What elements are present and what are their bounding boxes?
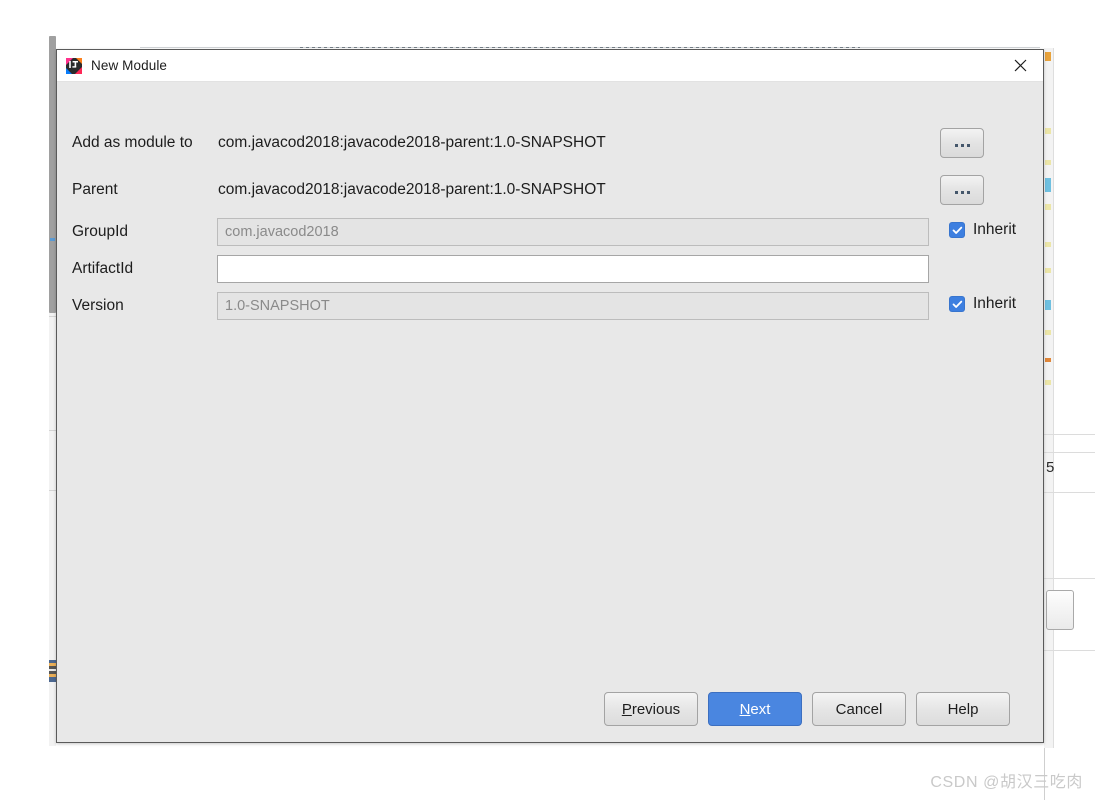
ide-left-divider <box>49 430 56 431</box>
csdn-watermark: CSDN @胡汉三吃肉 <box>930 774 1083 791</box>
ide-top-clipped-text <box>300 47 860 48</box>
ide-right-divider <box>1044 578 1095 579</box>
group-id-label: GroupId <box>72 223 129 240</box>
ellipsis-icon <box>954 144 970 147</box>
next-button[interactable]: Next <box>708 692 802 726</box>
close-icon[interactable] <box>997 50 1043 81</box>
row-add-as-module-to: Add as module to com.javacod2018:javacod… <box>57 127 1045 159</box>
ide-right-marker <box>1045 128 1051 134</box>
previous-button-label: revious <box>631 700 681 718</box>
ide-right-marker <box>1045 300 1051 310</box>
row-version: Version Inherit <box>57 290 1045 322</box>
ide-right-clipped-text: 5 <box>1046 459 1054 476</box>
row-group-id: GroupId Inherit <box>57 216 1045 248</box>
ide-right-marker <box>1045 268 1051 273</box>
add-as-module-to-value: com.javacod2018:javacode2018-parent:1.0-… <box>218 134 606 151</box>
ide-background-top <box>0 0 1095 48</box>
ide-right-gutter[interactable] <box>1044 48 1054 748</box>
ide-right-marker <box>1045 380 1051 385</box>
ide-right-divider <box>1044 650 1095 651</box>
previous-button-mnemonic: P <box>621 700 632 718</box>
dialog-body: Add as module to com.javacod2018:javacod… <box>57 82 1043 742</box>
next-button-label: ext <box>750 700 771 718</box>
ide-right-marker <box>1045 204 1051 210</box>
ide-right-clipped-button[interactable] <box>1046 590 1074 630</box>
add-as-module-to-browse-button[interactable] <box>940 128 984 158</box>
ide-right-marker <box>1045 358 1051 362</box>
group-id-inherit-label: Inherit <box>973 221 1017 238</box>
ide-left-divider <box>49 316 56 317</box>
new-module-dialog: New Module Add as module to com.javacod2… <box>56 49 1044 743</box>
previous-button[interactable]: Previous <box>604 692 698 726</box>
version-label: Version <box>72 297 124 314</box>
next-button-mnemonic: N <box>739 700 751 718</box>
artifact-id-label: ArtifactId <box>72 260 134 277</box>
ide-right-marker <box>1045 160 1051 165</box>
parent-value: com.javacod2018:javacode2018-parent:1.0-… <box>218 181 606 198</box>
row-artifact-id: ArtifactId <box>57 253 1045 285</box>
group-id-input[interactable] <box>217 218 929 246</box>
ide-right-marker <box>1045 330 1051 335</box>
ide-right-divider <box>1044 452 1095 453</box>
ide-left-divider <box>49 490 56 491</box>
dialog-footer: Previous Next Cancel Help <box>57 676 1045 742</box>
version-inherit-label: Inherit <box>973 295 1017 312</box>
parent-label: Parent <box>72 181 118 198</box>
ide-right-divider <box>1044 492 1095 493</box>
parent-browse-button[interactable] <box>940 175 984 205</box>
dialog-title: New Module <box>91 58 168 73</box>
ide-right-marker <box>1045 178 1051 192</box>
version-inherit-checkbox[interactable]: Inherit <box>949 295 1016 313</box>
help-button[interactable]: Help <box>916 692 1010 726</box>
dialog-title-bar: New Module <box>57 50 1043 82</box>
row-parent: Parent com.javacod2018:javacode2018-pare… <box>57 174 1045 206</box>
ide-left-scrollbar[interactable] <box>49 36 56 313</box>
intellij-idea-icon <box>66 57 82 74</box>
checkbox-checked-icon <box>949 296 965 312</box>
cancel-button[interactable]: Cancel <box>812 692 906 726</box>
ide-right-marker <box>1045 52 1051 61</box>
ide-left-marker <box>50 238 55 241</box>
version-input[interactable] <box>217 292 929 320</box>
group-id-inherit-checkbox[interactable]: Inherit <box>949 221 1016 239</box>
artifact-id-input[interactable] <box>217 255 929 283</box>
ide-right-divider <box>1044 434 1095 435</box>
add-as-module-to-label: Add as module to <box>72 134 193 151</box>
ellipsis-icon <box>954 191 970 194</box>
screen: 5 New Module Add as module to com.javaco… <box>0 0 1095 800</box>
checkbox-checked-icon <box>949 222 965 238</box>
ide-right-marker <box>1045 242 1051 247</box>
